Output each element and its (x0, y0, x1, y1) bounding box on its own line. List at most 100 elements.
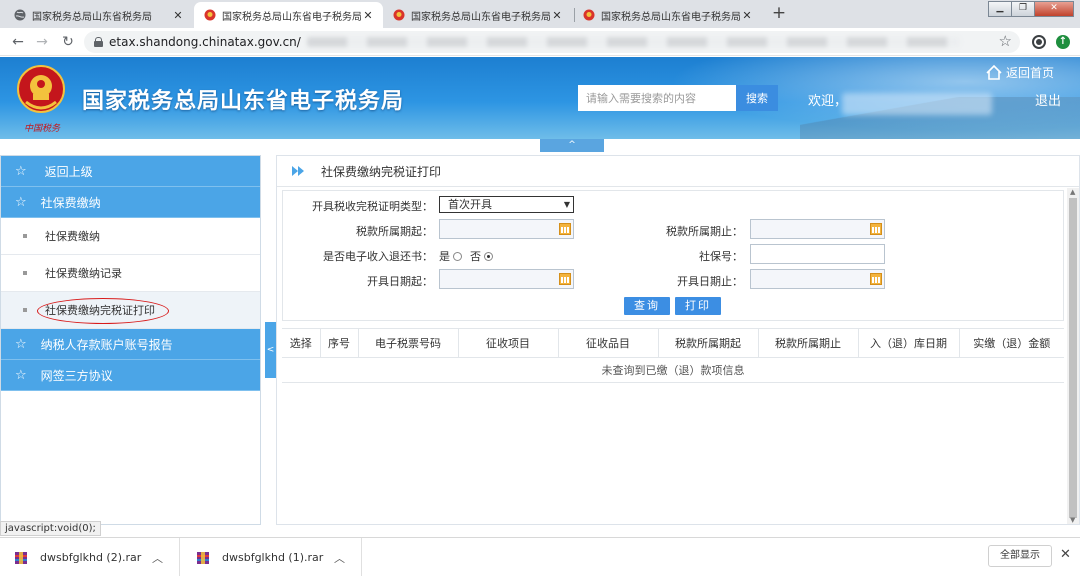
column-header: 税款所属期止 (758, 328, 859, 358)
account-icon[interactable] (1032, 35, 1046, 49)
no-label: 否 (470, 250, 481, 263)
issue-date-end-label: 开具日期止： (677, 275, 743, 288)
social-security-no-input[interactable] (750, 244, 885, 264)
red-circle-annotation (37, 298, 169, 324)
tax-emblem-icon (17, 65, 65, 113)
tab-close-icon[interactable]: ✕ (171, 9, 185, 22)
tax-period-start-input[interactable] (439, 219, 574, 239)
vertical-scrollbar[interactable]: ▲ ▼ (1067, 188, 1079, 524)
rar-archive-icon (197, 551, 209, 564)
sidebar-group-tripartite-agreement[interactable]: ☆ 网签三方协议 (1, 360, 260, 391)
new-tab-plus-icon[interactable]: + (768, 3, 790, 25)
bookmark-star-icon[interactable]: ☆ (999, 32, 1012, 50)
collapse-header-chevron-up-icon[interactable]: ^ (540, 139, 604, 152)
calendar-icon[interactable] (870, 273, 882, 285)
sidebar-group-label: 纳税人存款账户账号报告 (40, 337, 173, 352)
issue-date-start-input[interactable] (439, 269, 574, 289)
calendar-icon[interactable] (870, 223, 882, 235)
download-item[interactable]: dwsbfglkhd (2).rar ︿ (0, 538, 180, 576)
address-bar: ← → ↻ etax.shandong.chinatax.gov.cn/ ☆ ↑ (0, 28, 1080, 56)
sidebar-item-back[interactable]: ☆ 返回上级 (1, 156, 260, 187)
reload-icon[interactable]: ↻ (58, 32, 78, 52)
column-header: 税款所属期起 (658, 328, 759, 358)
update-arrow-icon[interactable]: ↑ (1056, 35, 1070, 49)
browser-tab-3[interactable]: 国家税务总局山东省电子税务局 ✕ (383, 2, 572, 28)
tax-period-end-label: 税款所属期止： (666, 225, 743, 238)
url-redacted-blur (306, 37, 960, 47)
sidebar-item-tax-certificate-print[interactable]: 社保费缴纳完税证打印 (1, 292, 260, 329)
column-header: 征收项目 (458, 328, 559, 358)
query-button[interactable]: 查询 (624, 297, 670, 315)
browser-tab-4[interactable]: 国家税务总局山东省电子税务局 ✕ (573, 2, 762, 28)
column-header: 入（退）库日期 (858, 328, 960, 358)
scrollbar-thumb[interactable] (1069, 198, 1077, 518)
tab-close-icon[interactable]: ✕ (361, 9, 375, 22)
browser-status-bar: javascript:void(0); (0, 521, 101, 536)
search-input[interactable] (578, 85, 736, 111)
sidebar-collapse-chevron-left-icon[interactable]: < (265, 322, 276, 378)
browser-tab-strip: 国家税务总局山东省税务局 ✕ 国家税务总局山东省电子税务局 ✕ 国家税务总局山东… (0, 0, 1080, 28)
rar-archive-icon (15, 551, 27, 564)
restore-icon[interactable]: ❐ (1011, 1, 1035, 17)
tab-title: 国家税务总局山东省税务局 (32, 11, 152, 23)
browser-tab-1[interactable]: 国家税务总局山东省税务局 ✕ (4, 2, 193, 28)
column-header: 序号 (320, 328, 359, 358)
star-icon: ☆ (15, 194, 27, 210)
download-filename: dwsbfglkhd (2).rar (40, 551, 142, 564)
tax-period-end-input[interactable] (750, 219, 885, 239)
globe-icon (14, 9, 26, 21)
tax-emblem-favicon-icon (204, 9, 216, 21)
show-all-downloads-button[interactable]: 全部显示 (988, 545, 1052, 567)
cert-type-selected-value: 首次开具 (448, 198, 492, 211)
tab-title: 国家税务总局山东省电子税务局 (601, 11, 740, 23)
main-content: 社保费缴纳完税证打印 开具税收完税证明类型： 首次开具 ▼ 税款所属期起： 税款… (276, 155, 1080, 525)
tab-close-icon[interactable]: ✕ (550, 9, 564, 22)
scroll-down-arrow-icon[interactable]: ▼ (1070, 516, 1075, 524)
back-arrow-icon[interactable]: ← (8, 32, 28, 52)
sidebar-group-social-insurance[interactable]: ☆ 社保费缴纳 (1, 187, 260, 218)
issue-date-start-label: 开具日期起： (367, 275, 433, 288)
tax-period-start-label: 税款所属期起： (356, 225, 433, 238)
site-title: 国家税务总局山东省电子税务局 (82, 89, 405, 114)
double-arrow-right-icon (292, 166, 304, 176)
bullet-icon (23, 308, 27, 312)
calendar-icon[interactable] (559, 273, 571, 285)
sidebar-item-payment-records[interactable]: 社保费缴纳记录 (1, 255, 260, 292)
bullet-icon (23, 271, 27, 275)
sidebar-item-label: 社保费缴纳 (45, 230, 100, 243)
window-close-icon[interactable]: ✕ (1034, 1, 1074, 17)
download-item[interactable]: dwsbfglkhd (1).rar ︿ (182, 538, 362, 576)
column-header: 实缴（退）金额 (959, 328, 1064, 358)
home-link[interactable]: 返回首页 (986, 64, 1054, 81)
calendar-icon[interactable] (559, 223, 571, 235)
close-download-shelf-icon[interactable]: ✕ (1060, 547, 1071, 562)
minimize-icon[interactable]: ▁ (988, 1, 1012, 17)
tab-title: 国家税务总局山东省电子税务局 (411, 11, 550, 23)
tab-close-icon[interactable]: ✕ (740, 9, 754, 22)
sidebar-item-label: 返回上级 (44, 164, 93, 179)
chevron-up-icon[interactable]: ︿ (152, 550, 163, 566)
sidebar-item-social-insurance-payment[interactable]: 社保费缴纳 (1, 218, 260, 255)
search-button[interactable]: 搜索 (736, 85, 778, 111)
scroll-up-arrow-icon[interactable]: ▲ (1070, 188, 1075, 196)
browser-tab-2[interactable]: 国家税务总局山东省电子税务局 ✕ (194, 2, 383, 28)
star-icon: ☆ (15, 163, 27, 179)
table-row: 未查询到已缴（退）款项信息 (282, 357, 1064, 383)
sidebar-group-label: 网签三方协议 (40, 368, 113, 383)
url-omnibox[interactable]: etax.shandong.chinatax.gov.cn/ (84, 31, 1020, 53)
chevron-up-icon[interactable]: ︿ (334, 550, 345, 566)
print-button[interactable]: 打印 (675, 297, 721, 315)
sidebar-item-label: 社保费缴纳记录 (45, 267, 122, 280)
issue-date-end-input[interactable] (750, 269, 885, 289)
cert-type-select[interactable]: 首次开具 ▼ (439, 196, 574, 213)
forward-arrow-icon[interactable]: → (32, 32, 52, 52)
cert-type-label: 开具税收完税证明类型： (312, 200, 433, 213)
logout-link[interactable]: 退出 (1035, 90, 1061, 109)
sidebar-group-bank-account-report[interactable]: ☆ 纳税人存款账户账号报告 (1, 329, 260, 360)
social-security-no-label: 社保号： (699, 250, 743, 263)
page-header: 社保费缴纳完税证打印 (277, 156, 1079, 187)
radio-no[interactable] (484, 252, 493, 261)
radio-yes[interactable] (453, 252, 462, 261)
query-form: 开具税收完税证明类型： 首次开具 ▼ 税款所属期起： 税款所属期止： 是否电子收… (282, 190, 1064, 321)
column-header: 选择 (282, 328, 321, 358)
